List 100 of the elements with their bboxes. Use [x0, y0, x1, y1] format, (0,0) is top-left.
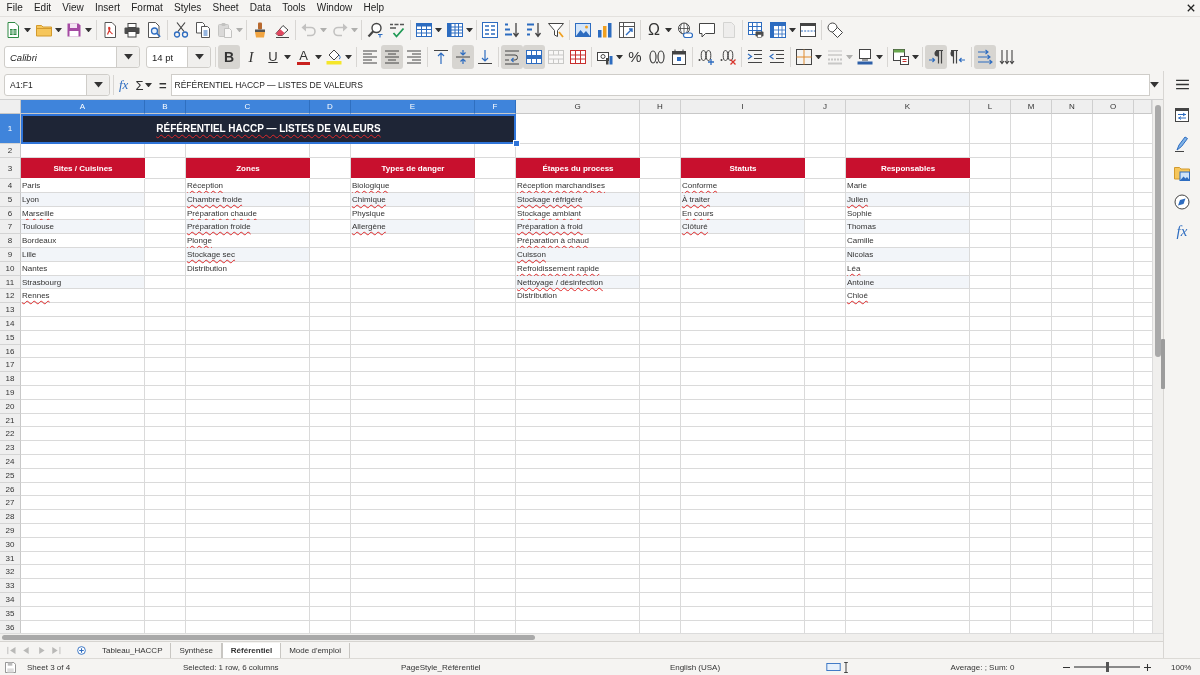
column-header[interactable]: O	[1093, 100, 1134, 114]
menu-item[interactable]: Tools	[276, 1, 312, 15]
menu-item[interactable]: View	[56, 1, 90, 15]
formula-input-field[interactable]: RÉFÉRENTIEL HACCP — LISTES DE VALEURS	[170, 74, 1150, 96]
selection-rectangle-icon[interactable]	[826, 663, 841, 671]
column-header[interactable]: F	[475, 100, 516, 114]
row-header[interactable]: 12	[0, 289, 21, 303]
caret-icon[interactable]	[815, 54, 822, 60]
brush-icon[interactable]	[1174, 136, 1190, 152]
row-header[interactable]: 29	[0, 524, 21, 538]
functions-deck-button[interactable]: fx	[1176, 223, 1188, 239]
caret-icon[interactable]	[665, 27, 672, 33]
menu-item[interactable]: Window	[311, 1, 358, 15]
scrollbar-thumb[interactable]	[1155, 105, 1161, 357]
row-header[interactable]: 34	[0, 593, 21, 607]
row-header[interactable]: 20	[0, 400, 21, 414]
row-header[interactable]: 14	[0, 317, 21, 331]
row-header[interactable]: 28	[0, 510, 21, 524]
fill-handle[interactable]	[513, 140, 520, 147]
sheet-tab[interactable]: Tableau_HACCP	[94, 642, 172, 658]
underline-button[interactable]: U	[262, 45, 284, 69]
column-header[interactable]: H	[640, 100, 681, 114]
row-header[interactable]: 31	[0, 552, 21, 565]
caret-icon[interactable]	[876, 54, 883, 60]
menu-item[interactable]: Sheet	[206, 1, 245, 15]
caret-icon[interactable]	[93, 82, 103, 88]
name-box-field[interactable]: A1:F1	[4, 74, 110, 96]
scrollbar-thumb[interactable]	[2, 635, 535, 640]
function-wizard-button[interactable]: fx	[119, 77, 129, 93]
caret-icon[interactable]	[435, 27, 442, 33]
sidebar-handle[interactable]	[1161, 339, 1165, 389]
caret-icon[interactable]	[345, 54, 352, 60]
add-sheet-icon[interactable]	[77, 645, 86, 655]
row-header[interactable]: 9	[0, 248, 21, 262]
row-header[interactable]: 10	[0, 262, 21, 276]
close-icon[interactable]	[1187, 4, 1195, 12]
row-header[interactable]: 23	[0, 441, 21, 455]
percent-button[interactable]: %	[624, 45, 646, 69]
italic-button[interactable]: I	[240, 45, 262, 69]
caret-icon[interactable]	[145, 82, 153, 88]
image-folder-icon[interactable]	[1174, 165, 1190, 181]
row-header[interactable]: 3	[0, 158, 21, 179]
menu-item[interactable]: File	[1, 1, 29, 15]
row-header[interactable]: 21	[0, 414, 21, 427]
caret-icon[interactable]	[284, 54, 291, 60]
row-header[interactable]: 8	[0, 234, 21, 248]
column-header[interactable]: M	[1011, 100, 1052, 114]
column-header[interactable]: J	[805, 100, 846, 114]
column-header[interactable]: E	[351, 100, 475, 114]
row-header[interactable]: 22	[0, 427, 21, 441]
row-header[interactable]: 25	[0, 469, 21, 483]
compass-icon[interactable]	[1174, 194, 1190, 210]
menu-item[interactable]: Format	[125, 1, 169, 15]
caret-icon[interactable]	[194, 54, 204, 60]
column-header[interactable]: D	[310, 100, 351, 114]
zoom-in-icon[interactable]	[1144, 663, 1151, 671]
sheet-tab[interactable]: Mode d'emploi	[281, 642, 350, 658]
font-size-field[interactable]: 14 pt	[146, 46, 211, 68]
row-header[interactable]: 1	[0, 114, 21, 144]
column-header[interactable]: B	[145, 100, 186, 114]
caret-icon[interactable]	[314, 54, 322, 60]
bold-button[interactable]: B	[218, 45, 240, 69]
font-name-field[interactable]: Calibri	[4, 46, 140, 68]
caret-icon[interactable]	[465, 27, 473, 33]
row-header[interactable]: 18	[0, 372, 21, 386]
column-header[interactable]: G	[516, 100, 640, 114]
slider-thumb[interactable]	[1105, 662, 1109, 672]
row-header[interactable]: 15	[0, 331, 21, 345]
row-header[interactable]: 33	[0, 579, 21, 593]
menu-item[interactable]: Data	[244, 1, 277, 15]
row-header[interactable]: 30	[0, 538, 21, 552]
special-character-button[interactable]: Ω	[643, 19, 665, 41]
row-header[interactable]: 7	[0, 220, 21, 234]
row-header[interactable]: 24	[0, 455, 21, 469]
caret-icon[interactable]	[615, 54, 623, 60]
row-header[interactable]: 4	[0, 179, 21, 193]
font-color-button[interactable]: A	[292, 45, 315, 69]
row-header[interactable]: 2	[0, 144, 21, 158]
menu-icon[interactable]	[1175, 79, 1189, 90]
caret-icon[interactable]	[911, 54, 919, 60]
row-header[interactable]: 35	[0, 607, 21, 621]
column-header[interactable]: L	[970, 100, 1011, 114]
row-header[interactable]: 17	[0, 358, 21, 372]
sheet-tab[interactable]: Référentiel	[221, 642, 282, 658]
sheet-tab[interactable]: Synthèse	[171, 642, 222, 658]
menu-item[interactable]: Help	[357, 1, 390, 15]
row-header[interactable]: 36	[0, 621, 21, 633]
row-header[interactable]: 19	[0, 386, 21, 400]
column-header[interactable]: A	[21, 100, 145, 114]
text-cursor-icon[interactable]	[843, 661, 849, 673]
caret-icon[interactable]	[24, 27, 31, 33]
caret-icon[interactable]	[85, 27, 92, 33]
menu-item[interactable]: Insert	[89, 1, 126, 15]
formula-button[interactable]: =	[158, 77, 167, 93]
column-header[interactable]: K	[846, 100, 970, 114]
row-header[interactable]: 11	[0, 276, 21, 289]
caret-icon[interactable]	[1150, 82, 1159, 88]
column-header[interactable]: N	[1052, 100, 1093, 114]
row-header[interactable]: 32	[0, 565, 21, 579]
menu-item[interactable]: Edit	[28, 1, 57, 15]
